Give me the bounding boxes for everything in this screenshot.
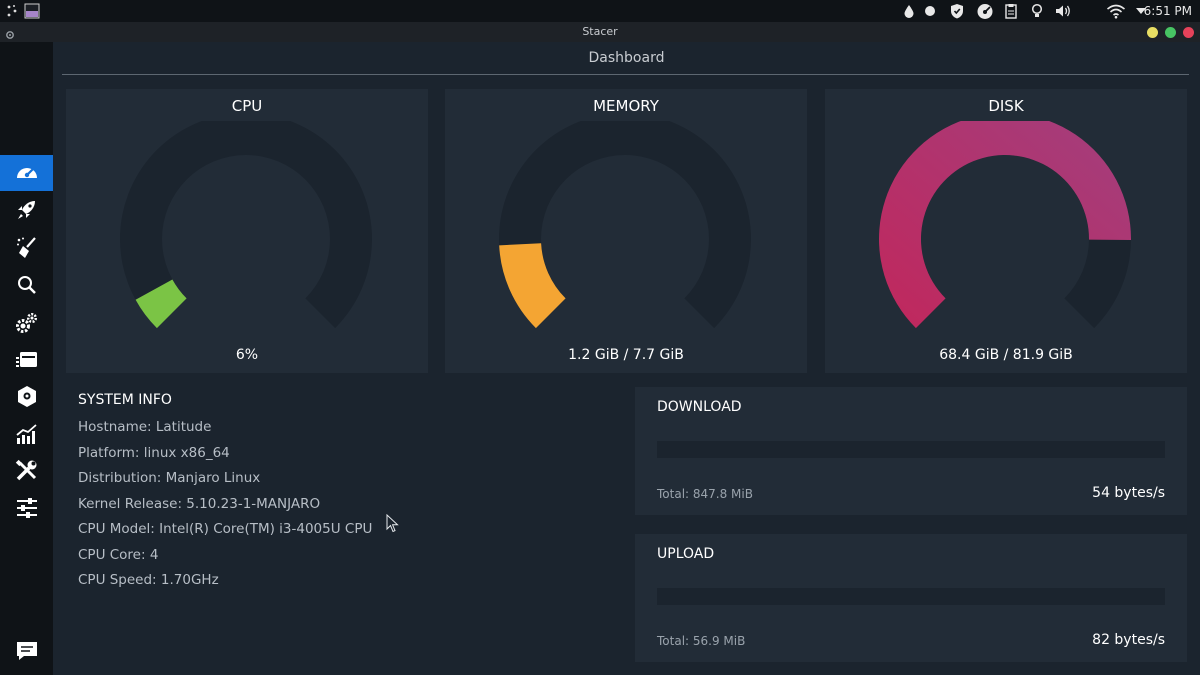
upload-graph [657,588,1165,605]
sidebar-item-services[interactable] [0,305,53,341]
sidebar-item-settings[interactable] [0,490,53,526]
sidebar-item-search[interactable] [0,267,53,303]
sidebar-item-resources[interactable] [0,416,53,452]
upload-panel: UPLOAD Total: 56.9 MiB 82 bytes/s [635,534,1187,662]
uninstaller-icon [17,386,36,407]
drop-icon[interactable] [903,3,915,19]
sidebar-nav [0,42,53,675]
rocket-icon [17,201,35,219]
processes-icon [15,352,37,367]
mouse-cursor-icon [386,514,399,533]
sidebar-feedback[interactable] [0,633,53,669]
cpu-value: 6% [235,347,259,363]
dashboard-gauge-icon [16,168,37,178]
system-info-title: SYSTEM INFO [78,392,172,408]
panel-clock[interactable]: 6:51 PM [1144,3,1192,19]
download-total: Total: 847.8 MiB [657,487,753,501]
clipboard-icon[interactable] [1004,3,1018,19]
system-info-kernel: Kernel Release: 5.10.23-1-MANJARO [78,495,321,512]
search-icon [17,276,36,294]
close-button[interactable] [1183,27,1194,38]
window-title-bar[interactable]: Stacer [0,22,1200,42]
settings-sliders-icon [16,498,37,518]
memory-gauge-fill [499,243,566,329]
sidebar-item-system-cleaner[interactable] [0,230,53,266]
shield-icon[interactable] [950,3,964,19]
feedback-chat-icon [16,642,37,660]
system-info-cpu-core: CPU Core: 4 [78,546,159,563]
page-title: Dashboard [588,50,665,66]
stacer-tray-icon[interactable] [974,3,996,19]
download-title: DOWNLOAD [657,399,742,415]
volume-icon[interactable] [1054,3,1072,19]
minimize-button[interactable] [1147,27,1158,38]
maximize-button[interactable] [1165,27,1176,38]
sidebar-item-startup-apps[interactable] [0,192,53,228]
cpu-card: CPU 6% [66,89,428,373]
cpu-gauge [120,121,372,329]
system-top-panel: 6:51 PM [0,0,1200,22]
disk-gauge [879,121,1131,329]
bulb-icon[interactable] [1030,3,1044,19]
resources-chart-icon [15,424,37,444]
sidebar-item-dashboard[interactable] [0,155,53,191]
download-speed: 54 bytes/s [1092,485,1165,501]
disk-title: DISK [988,97,1024,115]
system-info-cpu-speed: CPU Speed: 1.70GHz [78,572,219,588]
system-info-panel: SYSTEM INFO Hostname: Latitude Platform:… [78,392,372,594]
download-panel: DOWNLOAD Total: 847.8 MiB 54 bytes/s [635,387,1187,515]
system-info-hostname: Hostname: Latitude [78,419,212,435]
cpu-title: CPU [231,97,263,115]
sidebar-item-uninstaller[interactable] [0,379,53,415]
download-graph [657,441,1165,458]
tools-icon [15,459,36,481]
broom-cleaner-icon [16,237,36,258]
memory-gauge [499,121,751,329]
system-info-cpu-model: CPU Model: Intel(R) Core(TM) i3-4005U CP… [78,521,373,537]
memory-title: MEMORY [593,97,659,115]
app-launcher-icon[interactable] [4,3,20,19]
services-gears-icon [15,312,37,333]
header-divider [62,74,1189,75]
system-info-platform: Platform: linux x86_64 [78,444,230,461]
sidebar-item-processes[interactable] [0,342,53,378]
upload-title: UPLOAD [657,546,715,562]
workspace-icon[interactable] [24,3,40,19]
sidebar-item-helpers[interactable] [0,453,53,489]
disk-value: 68.4 GiB / 81.9 GiB [939,347,1073,363]
upload-total: Total: 56.9 MiB [657,634,746,648]
window-title: Stacer [582,25,618,38]
memory-value: 1.2 GiB / 7.7 GiB [568,347,684,363]
memory-card: MEMORY 1.2 GiB / 7.7 GiB [445,89,807,373]
system-info-distribution: Distribution: Manjaro Linux [78,470,261,486]
upload-speed: 82 bytes/s [1092,632,1165,648]
wifi-icon[interactable] [1106,3,1126,19]
record-icon[interactable] [924,3,936,19]
disk-card: DISK 68.4 GiB / 81.9 GiB [825,89,1187,373]
